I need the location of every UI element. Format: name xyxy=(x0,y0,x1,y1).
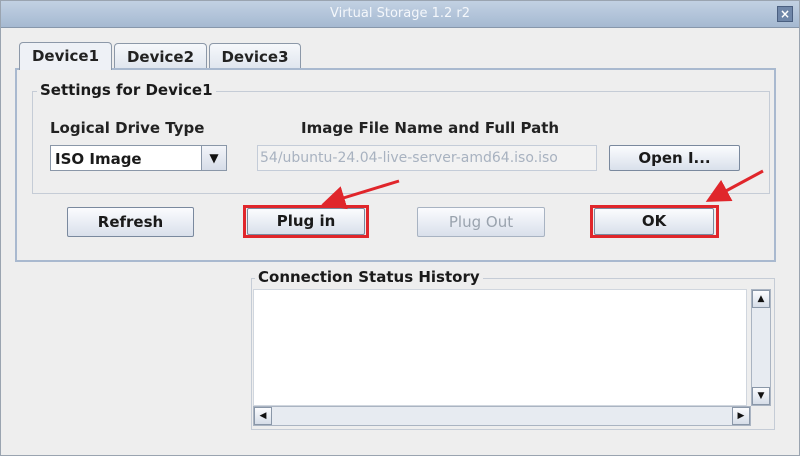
image-path-field[interactable] xyxy=(257,145,597,171)
drive-type-label: Logical Drive Type xyxy=(50,119,205,137)
arrow-down-icon[interactable]: ▼ xyxy=(752,387,770,405)
horizontal-scrollbar[interactable]: ◀ ▶ xyxy=(253,406,751,426)
settings-group xyxy=(32,91,770,194)
status-history-title: Connection Status History xyxy=(255,268,483,286)
virtual-storage-window: Virtual Storage 1.2 r2 × Device1 Device2… xyxy=(0,0,800,456)
close-icon[interactable]: × xyxy=(777,6,793,22)
plug-in-highlight xyxy=(243,205,369,238)
arrow-right-icon[interactable]: ▶ xyxy=(732,407,750,425)
ok-highlight xyxy=(590,205,719,238)
status-history-textarea[interactable] xyxy=(253,289,747,406)
tab-device1[interactable]: Device1 xyxy=(19,42,112,70)
arrow-up-icon[interactable]: ▲ xyxy=(752,290,770,308)
drive-type-select[interactable]: ISO Image ▼ xyxy=(50,145,227,171)
tab-device2[interactable]: Device2 xyxy=(114,43,207,69)
tab-device3[interactable]: Device3 xyxy=(209,43,301,69)
title-bar[interactable]: Virtual Storage 1.2 r2 × xyxy=(1,1,799,28)
image-path-input[interactable] xyxy=(258,146,596,170)
window-title: Virtual Storage 1.2 r2 xyxy=(329,6,471,21)
plug-out-button: Plug Out xyxy=(417,207,545,237)
refresh-button[interactable]: Refresh xyxy=(67,207,194,237)
open-image-button[interactable]: Open I... xyxy=(609,145,740,171)
chevron-down-icon[interactable]: ▼ xyxy=(201,146,226,170)
scroll-corner xyxy=(751,406,771,426)
arrow-left-icon[interactable]: ◀ xyxy=(254,407,272,425)
vertical-scrollbar[interactable]: ▲ ▼ xyxy=(751,289,771,406)
drive-type-value: ISO Image xyxy=(55,150,142,168)
image-path-label: Image File Name and Full Path xyxy=(301,119,560,137)
settings-group-title: Settings for Device1 xyxy=(37,81,216,99)
